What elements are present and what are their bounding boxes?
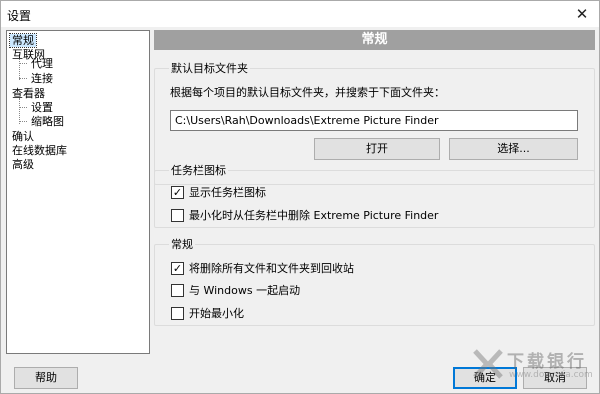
- remove-on-minimize-checkbox[interactable]: [171, 208, 184, 222]
- page-title: 常规: [154, 30, 595, 50]
- close-icon[interactable]: ✕: [565, 1, 599, 27]
- start-minimized-label: 开始最小化: [189, 307, 244, 320]
- tray-icon-group: 任务栏图标 ✓ 显示任务栏图标 最小化时从任务栏中删除 Extreme Pict…: [154, 162, 595, 228]
- recycle-bin-checkbox[interactable]: ✓: [171, 261, 184, 275]
- start-with-windows-checkbox[interactable]: [171, 283, 184, 297]
- show-tray-icon-option[interactable]: ✓ 显示任务栏图标: [171, 185, 266, 199]
- tree-item-advanced[interactable]: 高级: [10, 158, 36, 171]
- tree-item-connection[interactable]: 连接: [29, 72, 55, 85]
- ok-button[interactable]: 确定: [453, 367, 517, 389]
- window-title: 设置: [7, 9, 32, 23]
- tree-item-thumbnails[interactable]: 缩略图: [29, 115, 66, 128]
- tree-item-general[interactable]: 常规: [9, 33, 37, 48]
- show-tray-icon-label: 显示任务栏图标: [189, 186, 266, 199]
- tree-connector: [19, 63, 27, 64]
- tree-item-viewer[interactable]: 查看器: [10, 87, 47, 100]
- start-with-windows-label: 与 Windows 一起启动: [189, 284, 301, 297]
- settings-panel: 常规 默认目标文件夹 根据每个项目的默认目标文件夹，并搜索于下面文件夹： 打开 …: [154, 30, 595, 354]
- folder-path-input[interactable]: [170, 110, 578, 131]
- title-bar: 设置 ✕: [1, 1, 599, 27]
- open-folder-button[interactable]: 打开: [314, 138, 440, 160]
- tree-item-online-database[interactable]: 在线数据库: [10, 144, 69, 157]
- settings-window: 设置 ✕ 常规 互联网 代理 连接 查看器 设置 缩略图 确认 在线数据库 高级…: [0, 0, 600, 394]
- category-tree: 常规 互联网 代理 连接 查看器 设置 缩略图 确认 在线数据库 高级: [6, 30, 150, 354]
- start-minimized-checkbox[interactable]: [171, 306, 184, 320]
- tree-item-viewer-settings[interactable]: 设置: [29, 101, 55, 114]
- recycle-bin-label: 将删除所有文件和文件夹到回收站: [189, 262, 354, 275]
- tree-item-confirm[interactable]: 确认: [10, 130, 36, 143]
- tree-connector: [19, 78, 27, 79]
- tree-item-proxy[interactable]: 代理: [29, 57, 55, 70]
- tree-connector: [19, 107, 27, 108]
- remove-on-minimize-label: 最小化时从任务栏中删除 Extreme Picture Finder: [189, 209, 439, 222]
- start-with-windows-option[interactable]: 与 Windows 一起启动: [171, 283, 300, 297]
- browse-folder-button[interactable]: 选择...: [449, 138, 578, 160]
- tray-icon-group-title: 任务栏图标: [169, 162, 228, 178]
- general-options-group: 常规 ✓ 将删除所有文件和文件夹到回收站 与 Windows 一起启动 开始最小…: [154, 236, 595, 326]
- help-button[interactable]: 帮助: [14, 367, 78, 389]
- show-tray-icon-checkbox[interactable]: ✓: [171, 185, 184, 199]
- general-options-group-title: 常规: [169, 236, 195, 252]
- cancel-button[interactable]: 取消: [523, 367, 587, 389]
- tree-connector: [19, 121, 27, 122]
- default-folder-group-title: 默认目标文件夹: [169, 60, 250, 76]
- start-minimized-option[interactable]: 开始最小化: [171, 306, 244, 320]
- remove-on-minimize-option[interactable]: 最小化时从任务栏中删除 Extreme Picture Finder: [171, 208, 438, 222]
- default-folder-description: 根据每个项目的默认目标文件夹，并搜索于下面文件夹：: [170, 86, 445, 99]
- recycle-bin-option[interactable]: ✓ 将删除所有文件和文件夹到回收站: [171, 261, 354, 275]
